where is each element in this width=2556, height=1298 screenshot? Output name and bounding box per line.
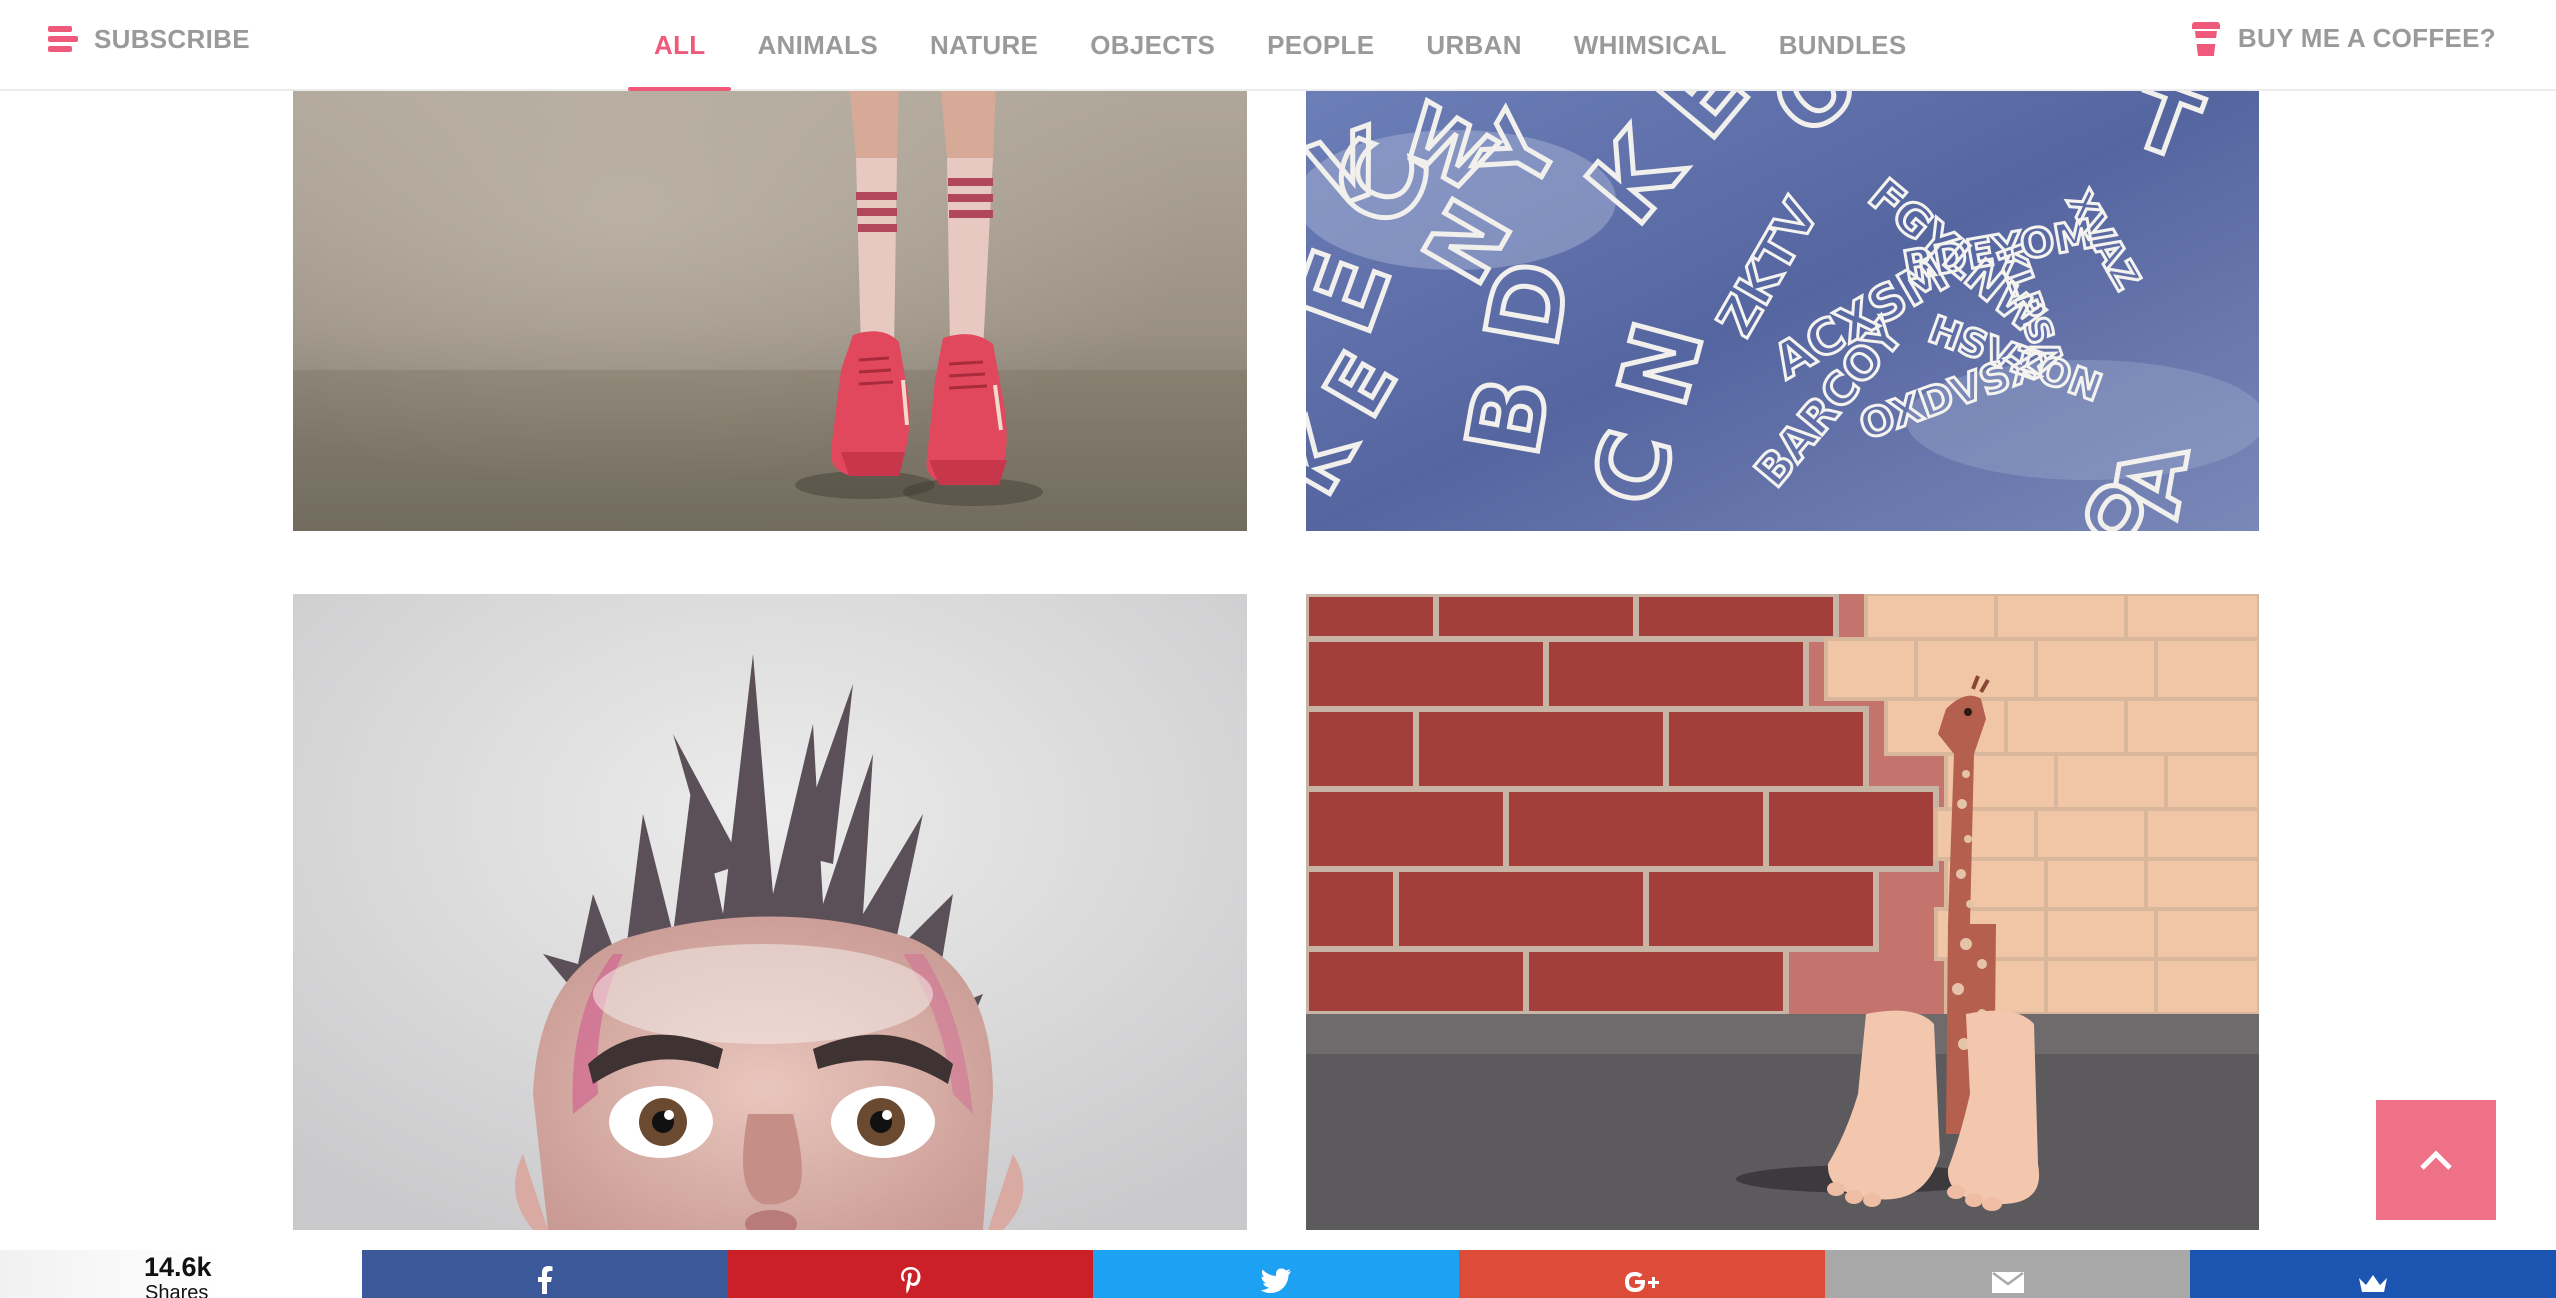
nav-item-animals[interactable]: ANIMALS [731,0,904,91]
letter-sculpture-image: V W E C N Y B D K E K E C N O T A O ZKTV… [1306,80,2259,531]
pinterest-icon [900,1267,920,1294]
toy-giraffe-image [1306,594,2259,1230]
coffee-cup-icon [2191,20,2220,56]
top-navigation-bar: SUBSCRIBE ALL ANIMALS NATURE OBJECTS PEO… [0,0,2556,91]
nav-item-all[interactable]: ALL [628,0,732,91]
share-counter: 14.6k Shares [0,1250,362,1298]
google-plus-icon [1624,1272,1659,1292]
nav-item-urban[interactable]: URBAN [1400,0,1547,91]
crown-icon [2359,1275,2388,1292]
gallery-photo-toy-giraffe[interactable] [1306,594,2259,1230]
back-to-top-button[interactable] [2376,1100,2496,1220]
share-google-plus-button[interactable] [1459,1250,1825,1298]
category-nav: ALL ANIMALS NATURE OBJECTS PEOPLE URBAN … [628,0,1932,91]
surprised-man-image [293,594,1247,1230]
gallery-photo-sneakers[interactable] [293,80,1247,531]
share-sumome-button[interactable] [2190,1250,2556,1298]
nav-item-nature[interactable]: NATURE [904,0,1064,91]
nav-item-people[interactable]: PEOPLE [1241,0,1400,91]
email-icon [1991,1271,2024,1293]
nav-item-objects[interactable]: OBJECTS [1064,0,1241,91]
coffee-label: BUY ME A COFFEE? [2237,22,2496,53]
subscribe-menu-icon [48,24,78,54]
twitter-icon [1260,1268,1292,1293]
subscribe-button[interactable]: SUBSCRIBE [48,20,250,58]
gallery-photo-surprised-man[interactable] [293,594,1247,1230]
share-pinterest-button[interactable] [727,1250,1094,1298]
share-twitter-button[interactable] [1093,1250,1460,1298]
share-bar: 14.6k Shares [0,1250,2556,1298]
sneakers-socks-image [293,80,1247,531]
nav-item-whimsical[interactable]: WHIMSICAL [1548,0,1753,91]
subscribe-label: SUBSCRIBE [94,23,250,54]
share-facebook-button[interactable] [362,1250,728,1298]
share-count-number: 14.6k [144,1252,212,1282]
facebook-icon [537,1266,553,1294]
gallery-photo-letter-sculpture[interactable]: V W E C N Y B D K E K E C N O T A O ZKTV… [1306,80,2259,531]
share-count-label: Shares [145,1282,209,1298]
buy-me-a-coffee-link[interactable]: BUY ME A COFFEE? [2191,18,2496,58]
chevron-up-icon [2420,1150,2452,1170]
nav-item-bundles[interactable]: BUNDLES [1753,0,1933,91]
share-email-button[interactable] [1824,1250,2191,1298]
